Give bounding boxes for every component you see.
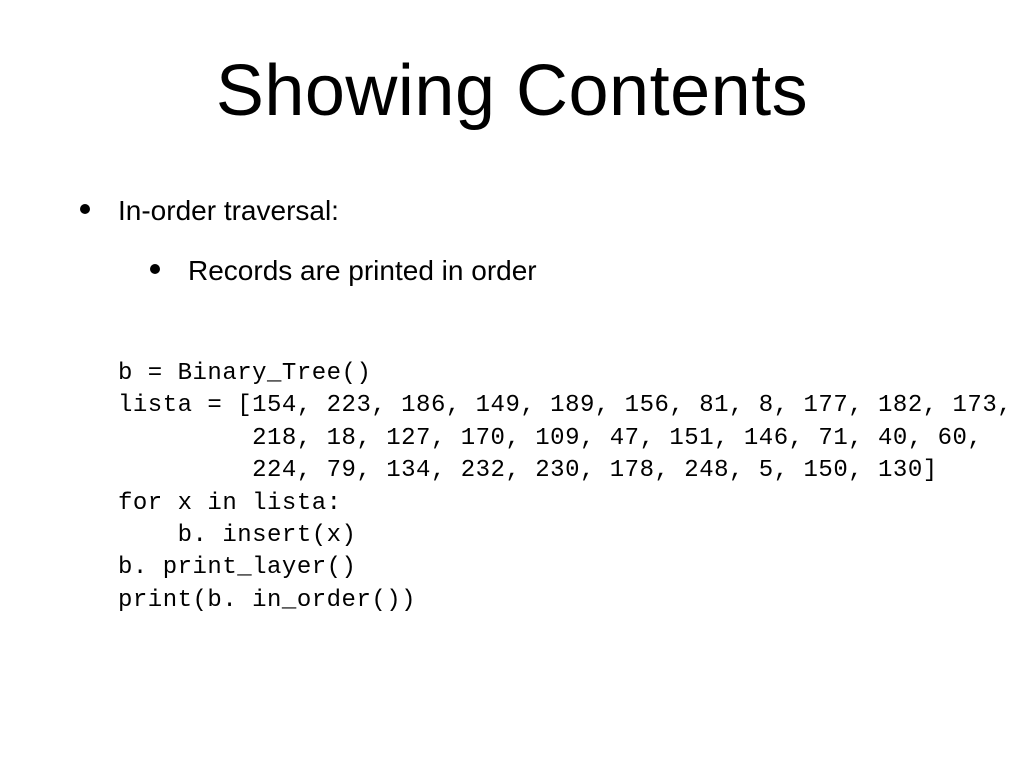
bullet-text-2: Records are printed in order: [188, 255, 537, 287]
bullet-item-2: Records are printed in order: [150, 255, 964, 287]
bullet-item-1: In-order traversal:: [80, 195, 964, 227]
bullet-text-1: In-order traversal:: [118, 195, 339, 227]
code-block: b = Binary_Tree() lista = [154, 223, 186…: [118, 358, 984, 617]
slide: Showing Contents In-order traversal: Rec…: [0, 0, 1024, 768]
bullet-dot-icon: [150, 264, 160, 274]
slide-title: Showing Contents: [0, 50, 1024, 132]
bullet-dot-icon: [80, 204, 90, 214]
bullet-list: In-order traversal: Records are printed …: [80, 195, 964, 305]
